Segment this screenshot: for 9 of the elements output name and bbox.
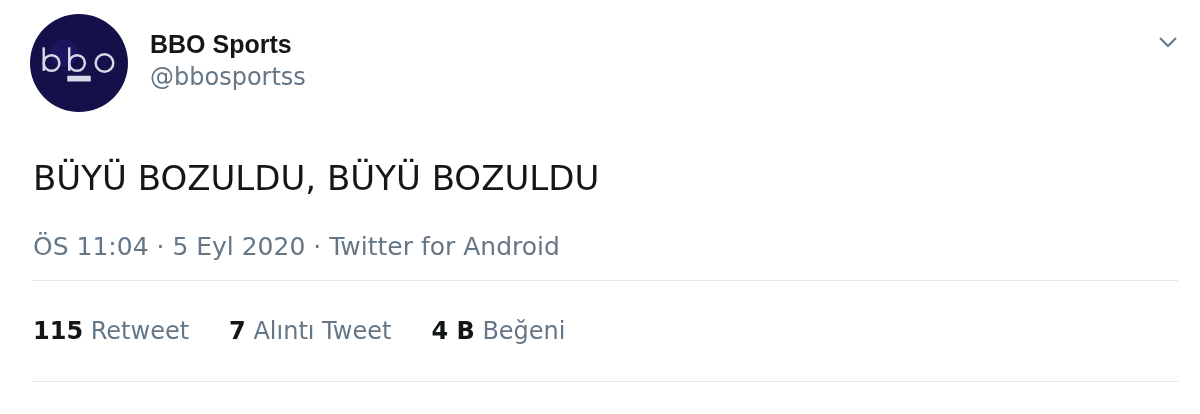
avatar-icon[interactable]: [30, 14, 128, 112]
author-name[interactable]: BBO Sports: [150, 28, 306, 60]
chevron-down-icon[interactable]: [1158, 36, 1178, 48]
stat-link[interactable]: 115 Retweet: [33, 317, 190, 345]
stat-link[interactable]: 7 Alıntı Tweet: [229, 317, 392, 345]
stat-link[interactable]: 4 B Beğeni: [431, 317, 566, 345]
author-handle[interactable]: @bbosportss: [150, 60, 306, 94]
tweet-text: BÜYÜ BOZULDU, BÜYÜ BOZULDU: [33, 157, 601, 200]
tweet-timestamp[interactable]: ÖS 11:04 · 5 Eyl 2020 · Twitter for Android: [33, 230, 1178, 264]
